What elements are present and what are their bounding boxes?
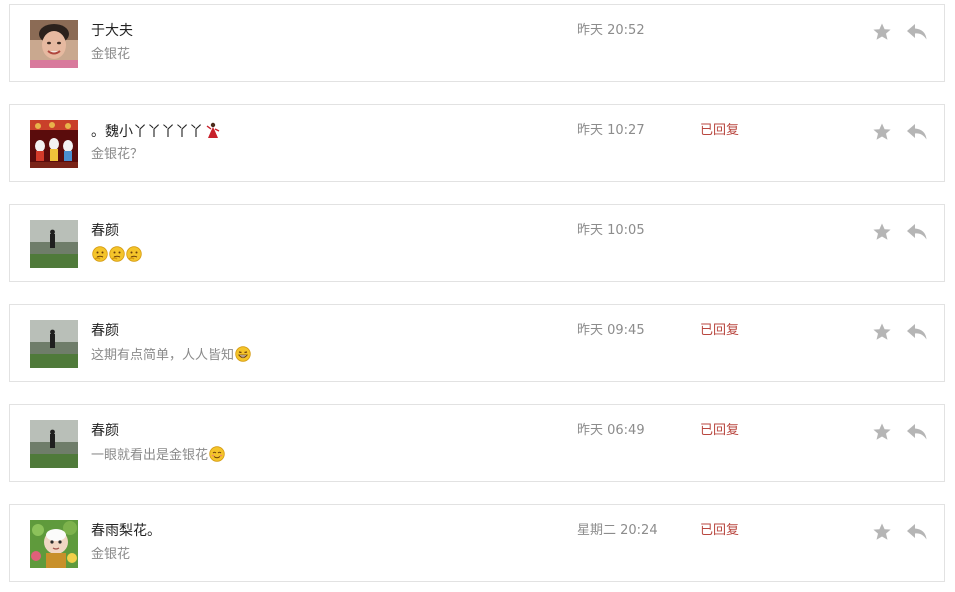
thinking-emoji: [126, 246, 142, 262]
replied-status: 已回复: [700, 323, 740, 338]
message-item[interactable]: 春颜 一眼就看出是金银花 昨天 06:49 已回复: [9, 404, 945, 482]
replied-status: 已回复: [700, 123, 740, 138]
replied-status: 已回复: [700, 523, 740, 538]
sender-name-text: 。魏小丫丫丫丫丫: [91, 124, 203, 140]
smile-emoji: [209, 446, 225, 462]
reply-arrow-icon[interactable]: [906, 22, 928, 42]
message-item[interactable]: 。魏小丫丫丫丫丫 金银花？ 昨天 10:27 已回复: [9, 104, 945, 182]
reply-arrow-icon[interactable]: [906, 422, 928, 442]
avatar[interactable]: [30, 320, 78, 368]
message-text: 一眼就看出是金银花: [91, 446, 225, 465]
reply-arrow-icon[interactable]: [906, 522, 928, 542]
reply-arrow-icon[interactable]: [906, 322, 928, 342]
sender-name[interactable]: 春颜: [91, 322, 119, 340]
star-icon[interactable]: [872, 522, 892, 542]
replied-status: 已回复: [700, 423, 740, 438]
thinking-emoji: [92, 246, 108, 262]
sender-name[interactable]: 。魏小丫丫丫丫丫: [91, 122, 221, 141]
message-item[interactable]: 春颜 这期有点简单，人人皆知 昨天 09:45 已回复: [9, 304, 945, 382]
message-text: 金银花: [91, 547, 131, 562]
sender-name[interactable]: 春雨梨花。: [91, 522, 161, 540]
reply-arrow-icon[interactable]: [906, 122, 928, 142]
avatar[interactable]: [30, 220, 78, 268]
message-item[interactable]: 春雨梨花。 金银花 星期二 20:24 已回复: [9, 504, 945, 582]
message-time: 昨天 06:49: [577, 423, 645, 438]
message-text: 这期有点简单，人人皆知: [91, 346, 251, 365]
flamenco-dancer-emoji: [205, 122, 221, 140]
message-text-content: 一眼就看出是金银花: [91, 448, 209, 463]
star-icon[interactable]: [872, 322, 892, 342]
star-icon[interactable]: [872, 222, 892, 242]
avatar[interactable]: [30, 120, 78, 168]
message-time: 昨天 09:45: [577, 323, 645, 338]
message-time: 星期二 20:24: [577, 523, 658, 538]
message-item[interactable]: 春颜 昨天 10:05: [9, 204, 945, 282]
message-text: 金银花: [91, 47, 131, 62]
sender-name[interactable]: 春颜: [91, 422, 119, 440]
star-icon[interactable]: [872, 122, 892, 142]
star-icon[interactable]: [872, 22, 892, 42]
avatar[interactable]: [30, 520, 78, 568]
thinking-emoji: [109, 246, 125, 262]
sender-name[interactable]: 于大夫: [91, 22, 133, 40]
message-time: 昨天 10:05: [577, 223, 645, 238]
message-time: 昨天 20:52: [577, 23, 645, 38]
message-item[interactable]: 于大夫 金银花 昨天 20:52: [9, 4, 945, 82]
avatar[interactable]: [30, 420, 78, 468]
message-text: 金银花？: [91, 147, 144, 162]
grin-emoji: [235, 346, 251, 362]
message-time: 昨天 10:27: [577, 123, 645, 138]
message-text-content: 这期有点简单，人人皆知: [91, 348, 235, 363]
message-text: [91, 246, 142, 265]
reply-arrow-icon[interactable]: [906, 222, 928, 242]
sender-name[interactable]: 春颜: [91, 222, 119, 240]
star-icon[interactable]: [872, 422, 892, 442]
avatar[interactable]: [30, 20, 78, 68]
